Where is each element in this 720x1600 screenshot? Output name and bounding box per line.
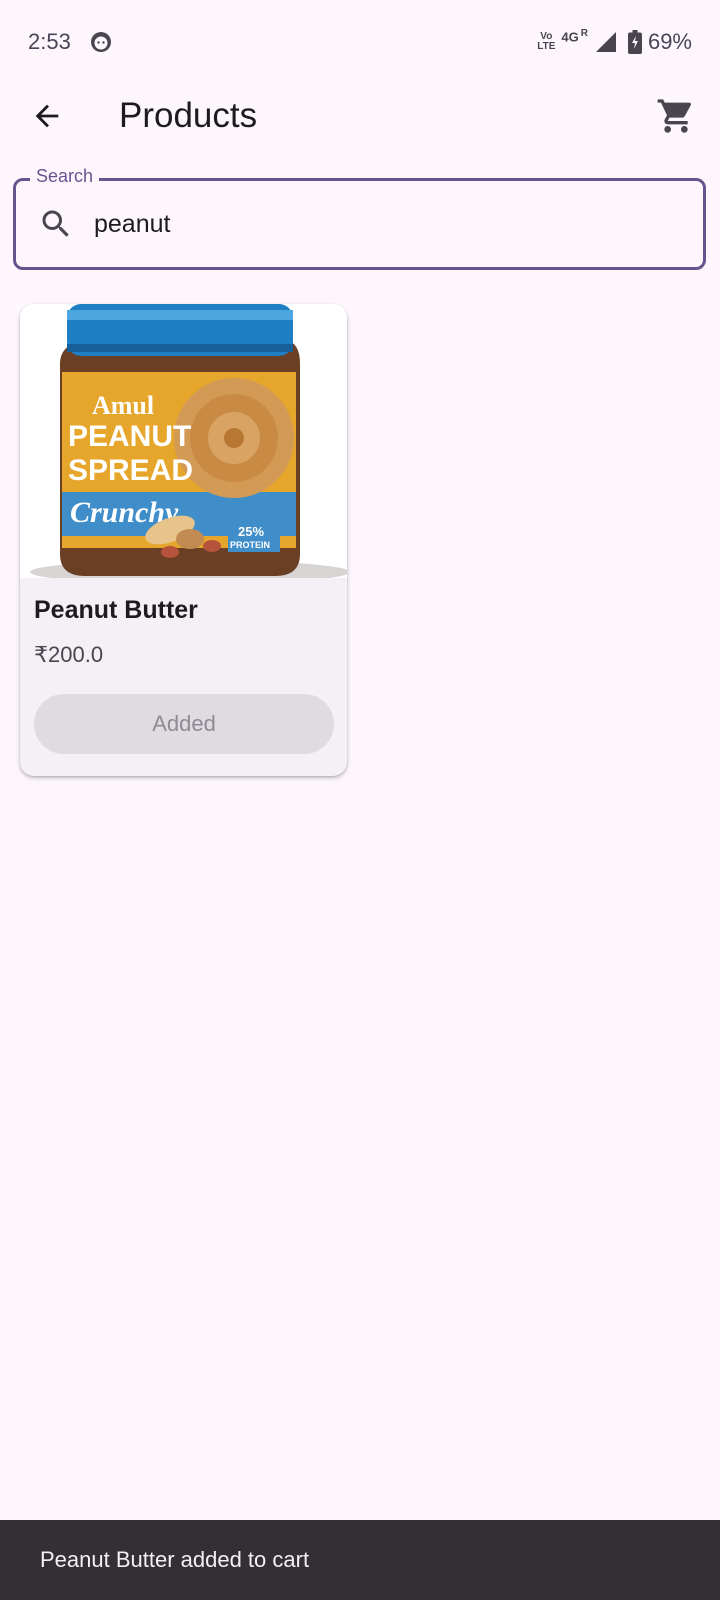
cart-button[interactable] [652,92,700,140]
snackbar-message: Peanut Butter added to cart [40,1547,310,1572]
battery-charging-icon [627,30,642,54]
search-label: Search [30,166,100,187]
signal-icon [595,32,616,52]
page-title: Products [119,96,258,135]
jar-badge-top: 25% [238,524,264,539]
search-input[interactable] [94,209,654,239]
product-price: ₹200.0 [34,642,104,667]
search-icon [42,210,69,237]
jar-badge-bottom: PROTEIN [230,540,270,550]
snackbar: Peanut Butter added to cart [0,1520,720,1600]
product-image: Amul PEANUT SPREAD Crunchy 25% PROTEIN [20,304,347,578]
product-name: Peanut Butter [34,596,198,624]
product-card[interactable]: Amul PEANUT SPREAD Crunchy 25% PROTEIN P… [20,304,347,776]
status-indicators: Vo LTE 4G R 69% [537,27,692,55]
network-type: 4G R [561,27,588,45]
shopping-cart-icon [657,99,692,133]
added-button[interactable]: Added [34,694,334,754]
app-bar: Products [0,84,720,148]
status-bar: 2:53 Vo LTE 4G R 69% [0,0,720,84]
back-button[interactable] [23,92,71,140]
battery-percent: 69% [647,29,692,54]
status-time: 2:53 [28,29,71,54]
volte-indicator: Vo LTE [537,31,556,52]
jar-line1: PEANUT [68,420,191,453]
jar-line2: SPREAD [68,454,193,487]
search-field[interactable]: Search [13,166,706,270]
arrow-back-icon [35,104,59,128]
app-face-icon [90,32,111,52]
jar-brand: Amul [92,391,154,420]
